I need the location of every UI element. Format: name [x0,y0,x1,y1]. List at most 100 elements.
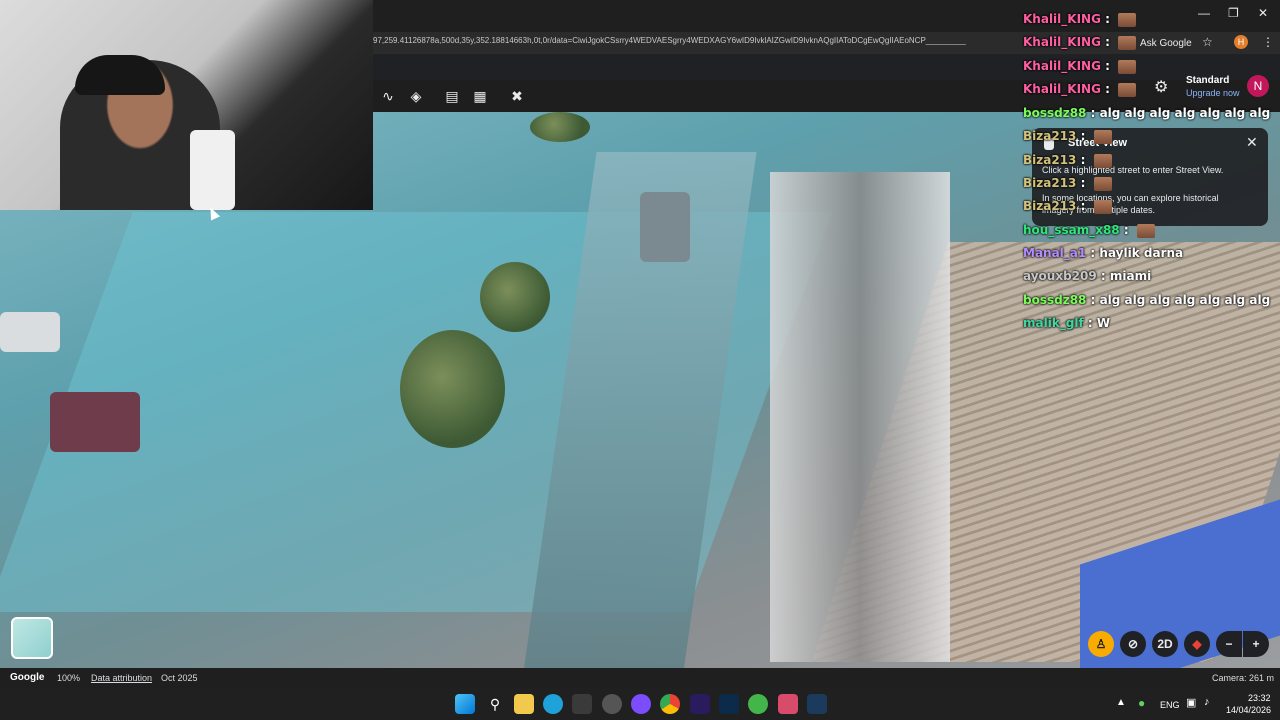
chat-separator: : [1100,35,1115,49]
ask-google-label: Ask Google [1140,37,1192,49]
chat-username: Manal_a1 [1023,246,1087,260]
emote-icon [1118,12,1137,27]
chat-message: Khalil_KING : [1023,79,1137,99]
photoshop-icon[interactable] [719,694,739,714]
language-indicator[interactable]: ENG [1160,700,1180,710]
emote-icon [1093,153,1112,168]
close-card-icon[interactable]: ✕ [1246,134,1258,151]
premiere-icon[interactable] [690,694,710,714]
chat-username: bossdz88 [1023,293,1087,307]
media-player-icon[interactable] [778,694,798,714]
chat-message: Khalil_KING : [1023,56,1137,76]
tree [530,112,590,142]
chat-message: ayouxb209 : miami [1023,266,1151,286]
emote-icon [1118,35,1137,50]
image-add-icon[interactable]: ▦ [472,88,488,104]
chat-separator: : [1086,293,1100,307]
account-tier: Standard [1186,75,1230,86]
chat-separator: : [1086,246,1100,260]
compass-icon[interactable]: ◆ [1184,631,1210,657]
chat-separator: : [1096,269,1110,283]
chat-text: alg alg alg alg alg alg alg [1099,106,1271,120]
upgrade-link[interactable]: Upgrade now [1186,88,1240,98]
mic-icon[interactable]: ● [1138,696,1145,710]
parked-car [50,392,140,452]
zoom-out-button[interactable]: − [1216,631,1242,657]
chat-text: miami [1109,269,1152,283]
tray-chevron-icon[interactable]: ▲ [1116,697,1126,708]
tree [400,330,505,448]
emote-icon [1118,82,1137,97]
tree [480,262,550,332]
chat-separator: : [1076,176,1090,190]
chat-separator: : [1076,129,1090,143]
chat-message: Khalil_KING : [1023,9,1137,29]
app-green-icon[interactable] [748,694,768,714]
store-icon[interactable] [572,694,592,714]
messenger-icon[interactable] [631,694,651,714]
tilt-toggle-icon[interactable]: ⊘ [1120,631,1146,657]
map-status-bar: Google 100% Data attribution Oct 2025 Ca… [0,668,1280,688]
emote-icon [1136,223,1155,238]
chat-username: hou_ssam_x88 [1023,223,1120,237]
chat-separator: : [1100,12,1115,26]
chat-separator: : [1076,153,1090,167]
minimize-icon[interactable]: — [1198,6,1210,20]
emote-icon [1093,129,1112,144]
chat-separator: : [1083,316,1097,330]
data-attribution-link[interactable]: Data attribution [91,673,152,683]
bookmark-star-icon[interactable]: ☆ [1202,35,1213,49]
tools-icon[interactable]: ✖ [509,88,525,104]
browser-titlebar [373,0,1280,32]
pegman-button[interactable]: ♙ [1088,631,1114,657]
zoom-in-button[interactable]: + [1243,631,1269,657]
settings-gear-icon[interactable]: ⚙ [1154,77,1168,97]
cap [75,55,165,95]
chat-message: Biza213 : [1023,173,1112,193]
layers-thumbnail[interactable] [11,617,53,659]
restore-icon[interactable]: ❐ [1228,6,1239,20]
emote-icon [1118,59,1137,74]
building-wall [770,172,950,662]
volume-icon[interactable]: ♪ [1204,696,1210,708]
chat-username: Khalil_KING [1023,35,1101,49]
user-avatar[interactable]: N [1247,75,1269,97]
file-explorer-icon[interactable] [514,694,534,714]
profile-avatar[interactable]: H [1234,35,1248,49]
path-icon[interactable]: ∿ [380,88,396,104]
chat-message: bossdz88 : alg alg alg alg alg alg alg [1023,290,1270,310]
chat-username: ayouxb209 [1023,269,1097,283]
chat-username: Biza213 [1023,199,1077,213]
search-icon[interactable]: ⚲ [485,694,505,714]
chat-username: malik_glf [1023,316,1084,330]
webcam-overlay [0,0,373,210]
app-icon[interactable] [602,694,622,714]
chrome-icon[interactable] [660,694,680,714]
chat-message: Biza213 : [1023,150,1112,170]
camera-altitude: Camera: 261 m [1212,673,1275,683]
chat-message: hou_ssam_x88 : [1023,220,1155,240]
chat-message: malik_glf : W [1023,313,1110,333]
start-icon[interactable] [455,694,475,714]
chat-message: Biza213 : [1023,196,1112,216]
ruler-icon[interactable]: ▤ [444,88,460,104]
chat-separator: : [1119,223,1133,237]
chat-text: alg alg alg alg alg alg alg [1099,293,1271,307]
steam-icon[interactable] [807,694,827,714]
zoom-level: 100% [57,673,81,683]
chat-text: W [1096,316,1111,330]
clock-time[interactable]: 23:32 [1248,693,1271,703]
chat-username: bossdz88 [1023,106,1087,120]
layers-icon[interactable]: ◈ [408,88,424,104]
mode-2d-button[interactable]: 2D [1152,631,1178,657]
close-window-icon[interactable]: ✕ [1258,6,1268,20]
browser-menu-icon[interactable]: ⋮ [1262,35,1274,49]
edge-icon[interactable] [543,694,563,714]
chat-message: bossdz88 : alg alg alg alg alg alg alg [1023,103,1270,123]
network-icon[interactable]: ▣ [1186,696,1196,709]
url-text[interactable]: 97,259.41126878a,500d,35y,352.18814663h,… [373,36,1013,50]
chat-message: Manal_a1 : haylik darna [1023,243,1183,263]
chat-username: Khalil_KING [1023,12,1101,26]
clock-date[interactable]: 14/04/2026 [1226,705,1271,715]
chat-separator: : [1076,199,1090,213]
